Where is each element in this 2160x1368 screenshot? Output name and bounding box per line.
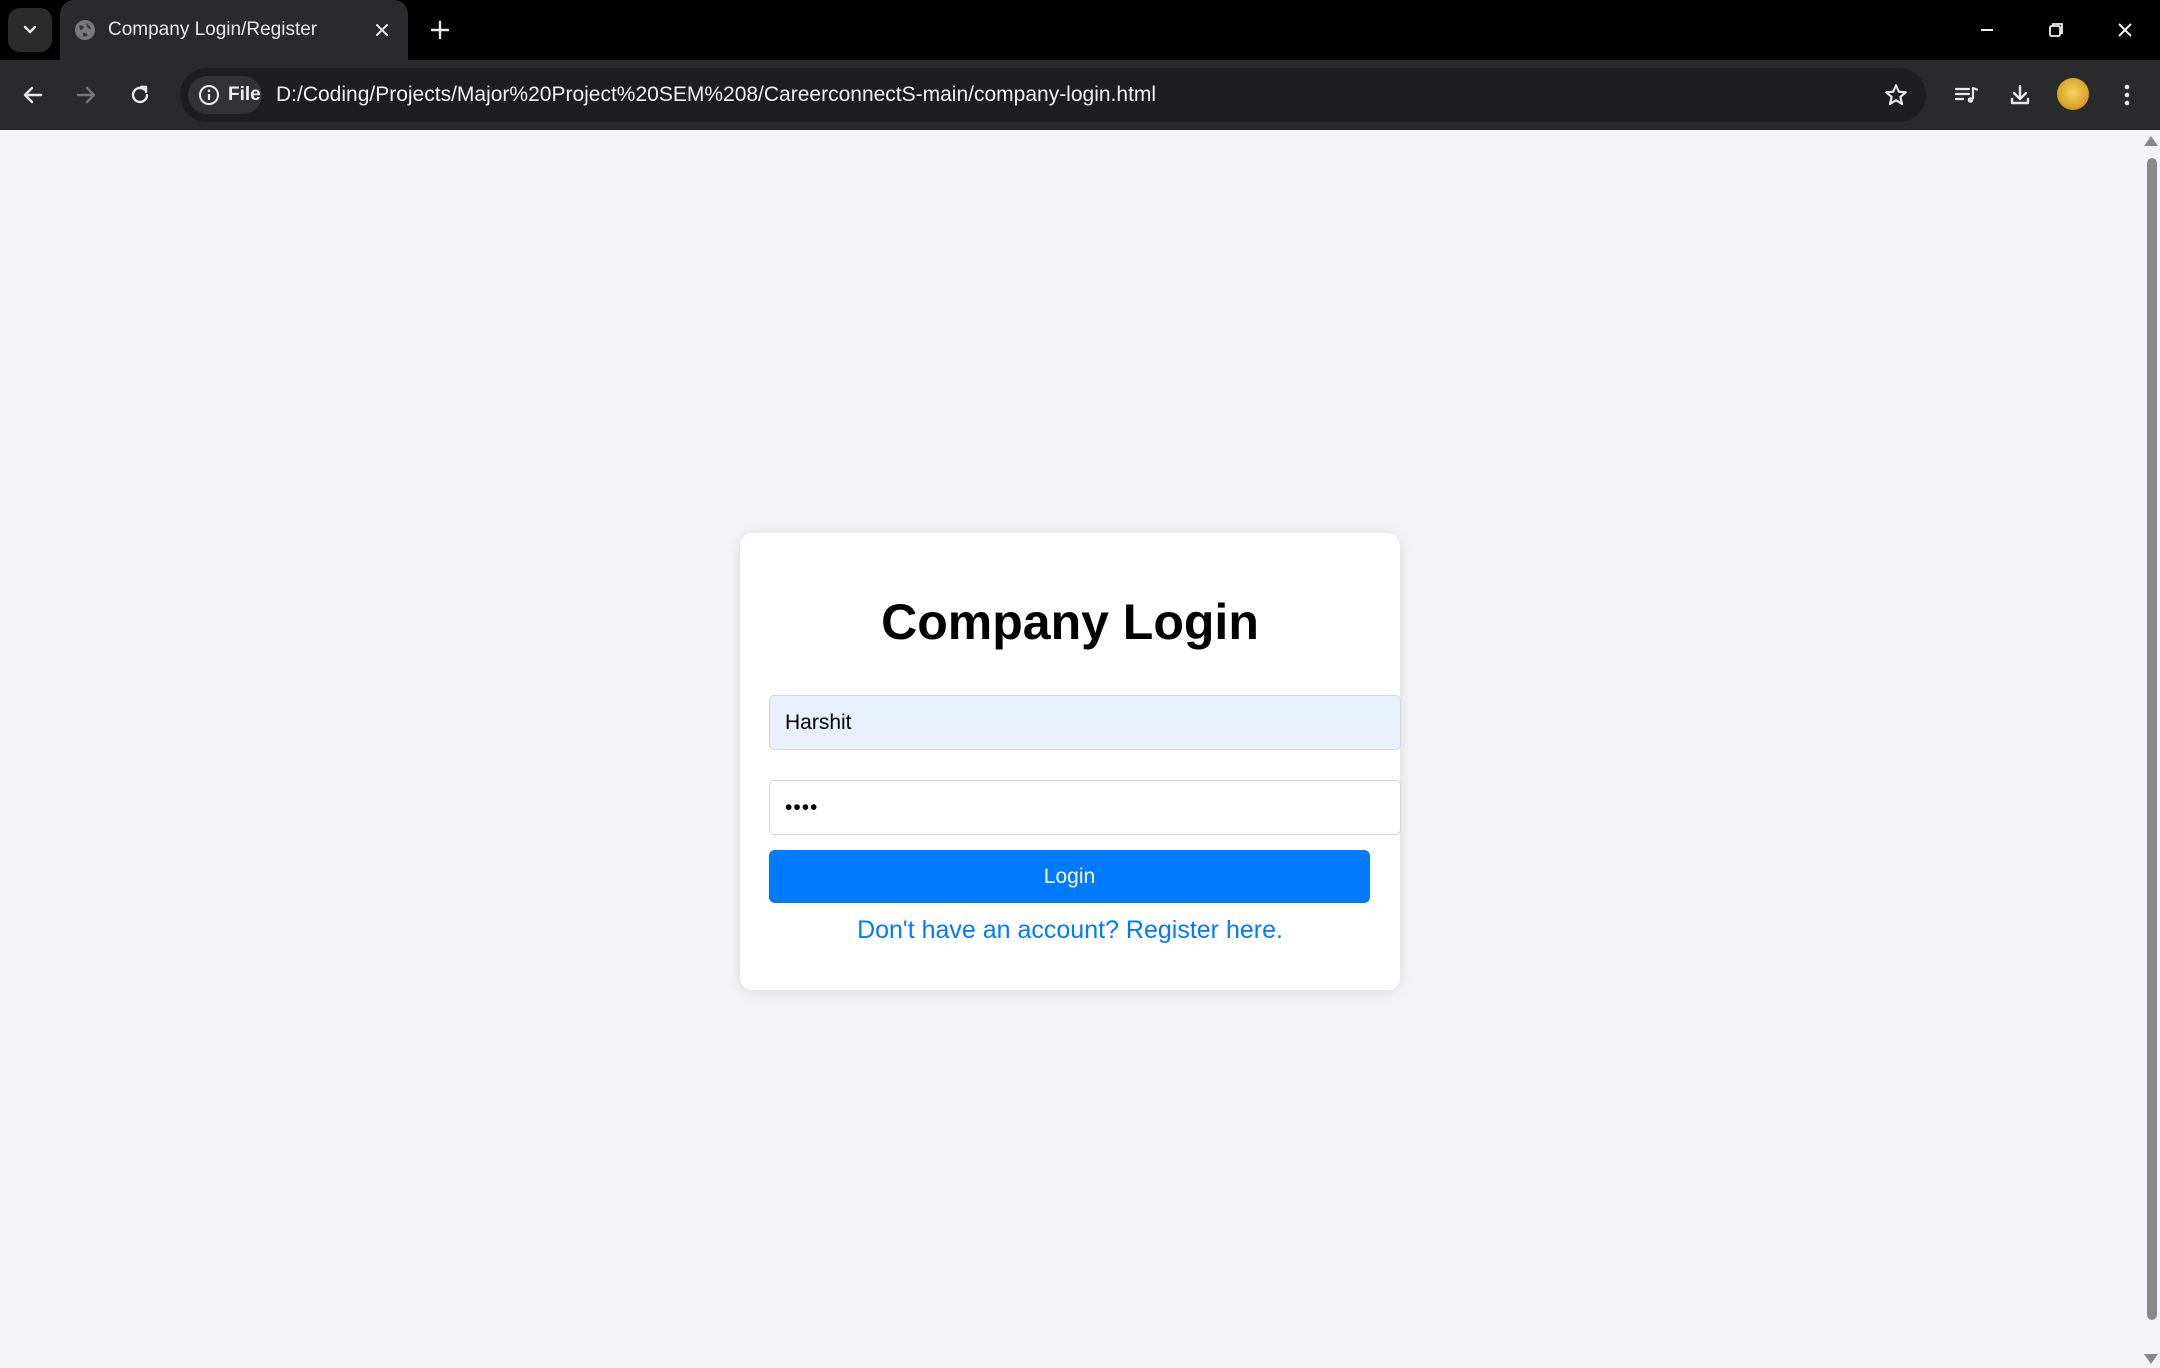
back-button[interactable]: [13, 75, 53, 115]
active-tab[interactable]: Company Login/Register: [60, 0, 408, 60]
username-input[interactable]: [769, 695, 1401, 750]
new-tab-button[interactable]: [424, 14, 456, 46]
address-bar[interactable]: File D:/Coding/Projects/Major%20Project%…: [180, 68, 1926, 122]
reload-button[interactable]: [120, 75, 160, 115]
browser-toolbar: File D:/Coding/Projects/Major%20Project%…: [0, 60, 2160, 130]
login-button[interactable]: Login: [769, 850, 1370, 903]
minimize-button[interactable]: [1967, 10, 2007, 50]
plus-icon: [430, 20, 450, 40]
avatar[interactable]: [2057, 78, 2089, 110]
chevron-down-icon: [23, 25, 37, 34]
kebab-menu-icon: [2124, 84, 2130, 106]
password-input[interactable]: [769, 780, 1401, 835]
back-arrow-icon: [23, 86, 43, 104]
scroll-up-arrow-icon[interactable]: [2144, 136, 2158, 146]
site-info-chip[interactable]: File: [188, 76, 262, 114]
register-link[interactable]: Don't have an account? Register here.: [740, 916, 1400, 945]
media-queue-icon: [1954, 86, 1979, 103]
restore-button[interactable]: [2036, 10, 2076, 50]
media-controls-button[interactable]: [1946, 75, 1986, 115]
close-icon: [376, 24, 388, 36]
page-title: Company Login: [881, 594, 1259, 650]
forward-arrow-icon: [76, 86, 96, 104]
close-icon: [2118, 23, 2132, 37]
downloads-button[interactable]: [2000, 75, 2040, 115]
site-info-label: File: [228, 84, 261, 105]
url-text[interactable]: D:/Coding/Projects/Major%20Project%20SEM…: [276, 83, 1156, 107]
tab-search-button[interactable]: [8, 8, 52, 52]
close-window-button[interactable]: [2105, 10, 2145, 50]
restore-icon: [2049, 23, 2063, 37]
tab-title: Company Login/Register: [108, 19, 318, 40]
info-icon: [199, 85, 219, 105]
scroll-down-arrow-icon[interactable]: [2144, 1354, 2158, 1364]
tab-close-button[interactable]: [370, 18, 394, 42]
star-icon: [1885, 84, 1907, 106]
login-card: Company Login Login Don't have an accoun…: [740, 533, 1401, 990]
reload-icon: [131, 85, 149, 104]
browser-menu-button[interactable]: [2107, 75, 2147, 115]
download-icon: [2010, 84, 2030, 105]
tab-strip: Company Login/Register: [0, 0, 2160, 60]
forward-button[interactable]: [66, 75, 106, 115]
globe-icon: [75, 20, 95, 40]
scrollbar-thumb[interactable]: [2147, 158, 2157, 1320]
bookmark-button[interactable]: [1880, 79, 1912, 111]
minimize-icon: [1981, 29, 1993, 31]
